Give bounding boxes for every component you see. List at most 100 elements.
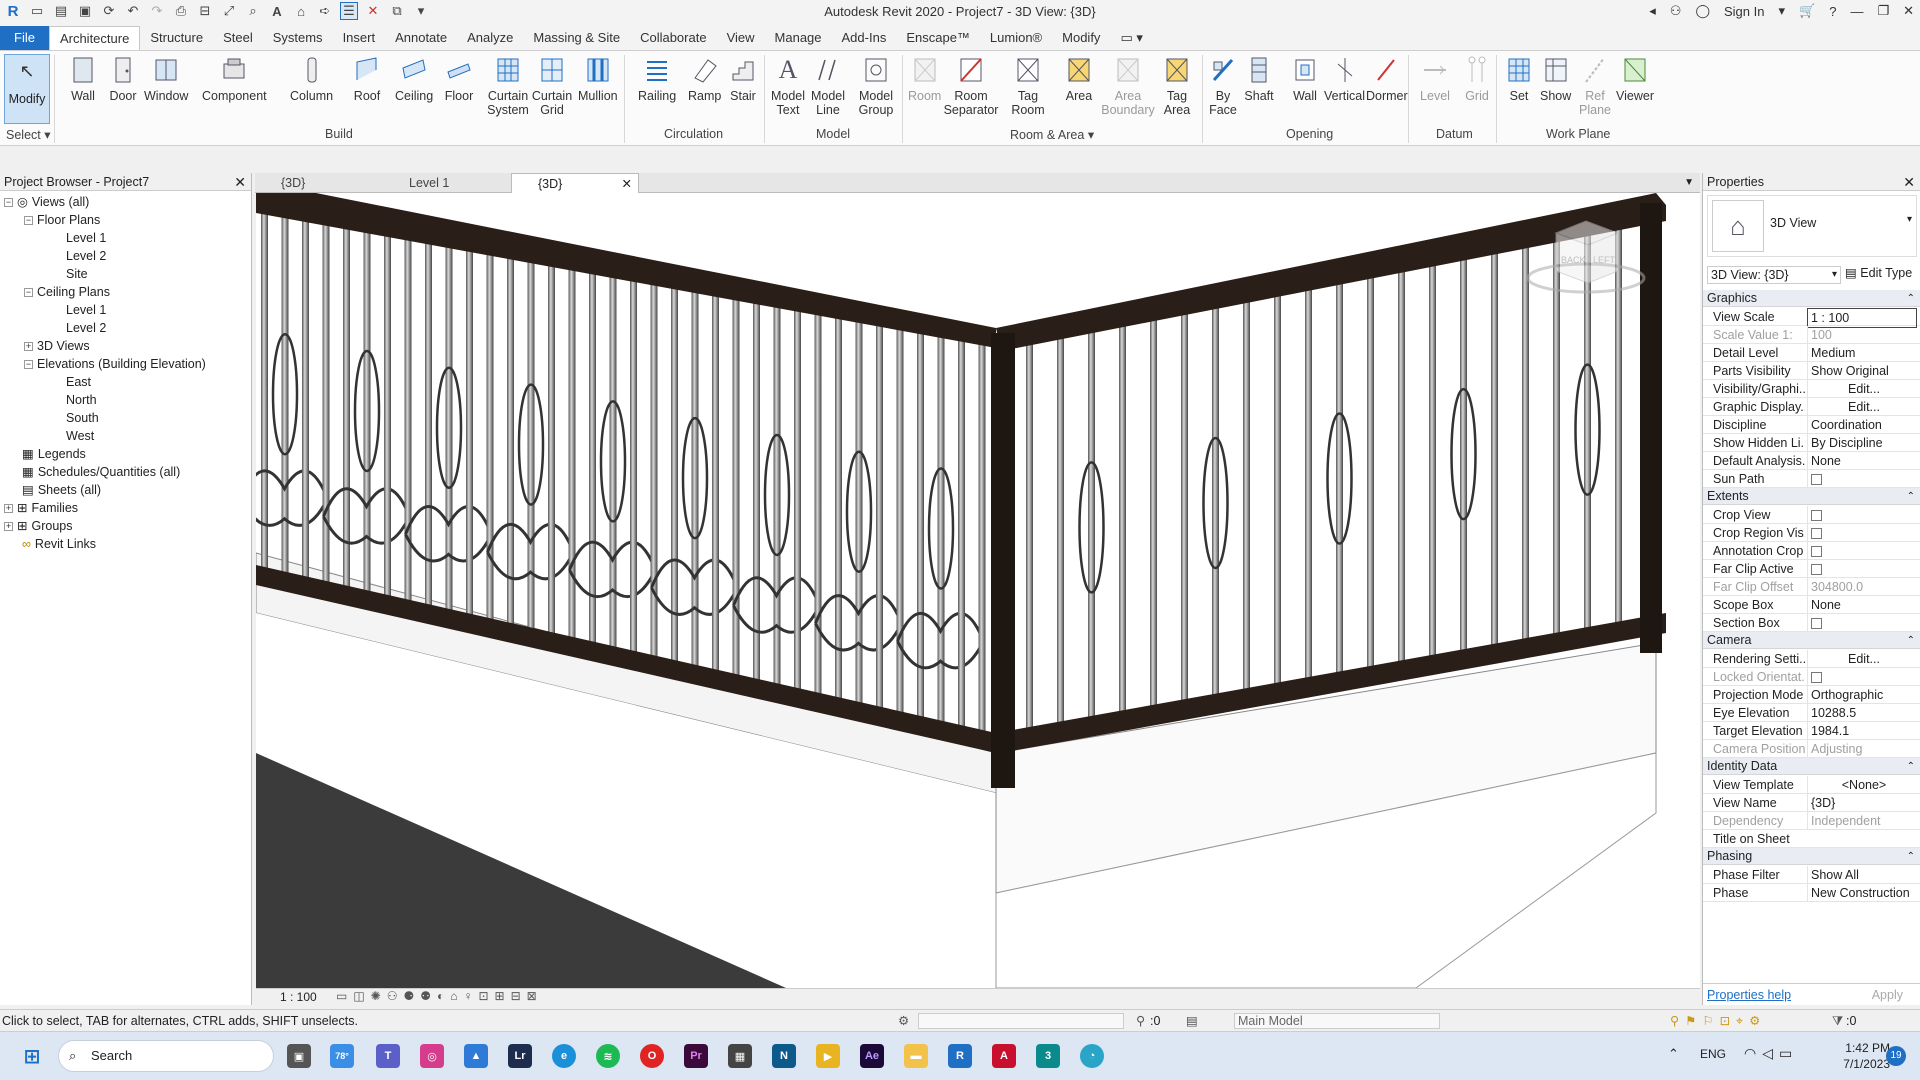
autocad-icon[interactable]: A <box>992 1044 1016 1068</box>
property-value[interactable]: {3D} <box>1807 794 1917 812</box>
property-value[interactable]: None <box>1807 452 1917 470</box>
curtain-system-button[interactable]: Curtain System <box>487 55 529 117</box>
tree-item-revit-links[interactable]: ∞ Revit Links <box>22 535 96 553</box>
photos-icon[interactable]: ▲ <box>464 1044 488 1068</box>
tray-chevron-icon[interactable]: ⌃ <box>1668 1046 1679 1062</box>
tree-item-level-1[interactable]: Level 1 <box>66 229 106 247</box>
property-value[interactable]: Medium <box>1807 344 1917 362</box>
3d-view-canvas[interactable]: BACK LEFT <box>256 193 1700 988</box>
property-group-header[interactable]: Identity Data ⌃ <box>1703 758 1920 775</box>
property-value[interactable]: Coordination <box>1807 416 1917 434</box>
model-text-button[interactable]: A Model Text <box>770 55 806 118</box>
close-icon[interactable]: ✕ <box>234 173 246 191</box>
taskbar-search[interactable]: ⌕ Search <box>58 1040 274 1072</box>
property-value[interactable]: Orthographic <box>1807 686 1917 704</box>
tab-add-ins[interactable]: Add-Ins <box>832 26 897 50</box>
type-selector[interactable]: ⌂ 3D View ▾ <box>1707 195 1917 257</box>
opening-wall-button[interactable]: Wall <box>1290 55 1320 103</box>
chevron-down-icon[interactable]: ▾ <box>1778 3 1785 19</box>
tab-lumion[interactable]: Lumion® <box>980 26 1052 50</box>
checkbox[interactable] <box>1811 672 1822 683</box>
property-value[interactable]: 1984.1 <box>1807 722 1917 740</box>
vertical-button[interactable]: Vertical <box>1324 55 1365 103</box>
property-value[interactable]: <None> <box>1807 776 1917 794</box>
set-button[interactable]: Set <box>1504 55 1534 103</box>
column-button[interactable]: Column <box>290 55 333 103</box>
tab-insert[interactable]: Insert <box>333 26 386 50</box>
property-value[interactable]: Show Original <box>1807 362 1917 380</box>
tag-area-button[interactable]: Tag Area <box>1160 55 1194 117</box>
tag-room-button[interactable]: Tag Room <box>1010 55 1046 117</box>
viewer-button[interactable]: Viewer <box>1616 55 1654 103</box>
tab-modify[interactable]: Modify <box>1052 26 1110 50</box>
tree-item-east[interactable]: East <box>66 373 91 391</box>
tree-item-families[interactable]: + ⊞ Families <box>4 499 78 517</box>
search-arrow-icon[interactable]: ◂ <box>1649 3 1656 19</box>
property-value[interactable]: Edit... <box>1807 398 1917 416</box>
edge-icon[interactable]: e <box>552 1044 576 1068</box>
view-scale-display[interactable]: 1 : 100 <box>280 990 317 1004</box>
collapse-icon[interactable]: ⌃ <box>1907 488 1915 505</box>
tree-item-site[interactable]: Site <box>66 265 88 283</box>
property-group-header[interactable]: Graphics ⌃ <box>1703 290 1920 307</box>
model-line-button[interactable]: Model Line <box>810 55 846 117</box>
tree-item-ceiling-level-2[interactable]: Level 2 <box>66 319 106 337</box>
cart-icon[interactable]: 🛒 <box>1799 3 1815 19</box>
stair-button[interactable]: Stair <box>728 55 758 103</box>
tree-item-west[interactable]: West <box>66 427 94 445</box>
close-button[interactable]: ✕ <box>1903 3 1914 19</box>
edit-type-button[interactable]: ▤ Edit Type <box>1845 265 1912 280</box>
collapse-icon[interactable]: ⌃ <box>1907 290 1915 307</box>
chevron-down-icon[interactable]: ▾ <box>1907 214 1912 225</box>
expand-icon[interactable]: + <box>4 521 13 531</box>
design-option-select[interactable]: Main Model <box>1234 1013 1440 1029</box>
ramp-button[interactable]: Ramp <box>688 55 721 103</box>
window-button[interactable]: Window <box>144 55 188 103</box>
level-button[interactable]: Level <box>1420 55 1450 103</box>
tree-item-views-all[interactable]: − ◎ Views (all) <box>4 193 89 211</box>
tree-item-floor-plans[interactable]: − Floor Plans <box>24 211 100 229</box>
3ds-max-icon[interactable]: 3 <box>1036 1044 1060 1068</box>
property-checkbox[interactable] <box>1807 560 1917 580</box>
tabs-menu-icon[interactable]: ▼ <box>1684 173 1694 193</box>
revit-taskbar-icon[interactable]: R <box>948 1044 972 1068</box>
door-button[interactable]: Door <box>108 55 138 103</box>
property-checkbox[interactable] <box>1807 542 1917 562</box>
property-value[interactable]: By Discipline <box>1807 434 1917 452</box>
collapse-icon[interactable]: − <box>24 215 33 225</box>
windows-start-icon[interactable]: ⊞ <box>20 1044 44 1068</box>
component-button[interactable]: Component <box>202 55 267 103</box>
tree-item-north[interactable]: North <box>66 391 97 409</box>
floor-button[interactable]: Floor <box>444 55 474 103</box>
expand-icon[interactable]: + <box>24 341 33 351</box>
dormer-button[interactable]: Dormer <box>1366 55 1408 103</box>
apply-button[interactable]: Apply <box>1872 984 1903 1006</box>
sketchup-icon[interactable]: ▦ <box>728 1044 752 1068</box>
by-face-button[interactable]: By Face <box>1208 55 1238 117</box>
select-dropdown[interactable]: Select ▾ <box>6 127 51 142</box>
area-button[interactable]: Area <box>1064 55 1094 103</box>
collapse-icon[interactable]: − <box>4 197 13 207</box>
property-group-header[interactable]: Camera ⌃ <box>1703 632 1920 649</box>
instagram-icon[interactable]: ◎ <box>420 1044 444 1068</box>
property-value[interactable]: 10288.5 <box>1807 704 1917 722</box>
tab-file[interactable]: File <box>0 26 49 50</box>
instance-filter-select[interactable]: 3D View: {3D} ▾ <box>1707 266 1841 284</box>
checkbox[interactable] <box>1811 474 1822 485</box>
tab-view[interactable]: View <box>717 26 765 50</box>
teams-icon[interactable]: T <box>376 1044 400 1068</box>
weather-icon[interactable]: 78° <box>330 1044 354 1068</box>
network-volume-battery-icons[interactable]: ◠◁▭ <box>1744 1045 1798 1062</box>
property-value[interactable]: New Construction <box>1807 884 1917 902</box>
tab-systems[interactable]: Systems <box>263 26 333 50</box>
task-view-icon[interactable]: ▣ <box>287 1044 311 1068</box>
tree-item-legends[interactable]: ▦ Legends <box>22 445 86 463</box>
property-checkbox[interactable] <box>1807 614 1917 634</box>
tab-steel[interactable]: Steel <box>213 26 263 50</box>
ceiling-button[interactable]: Ceiling <box>395 55 433 103</box>
tree-item-ceiling-level-1[interactable]: Level 1 <box>66 301 106 319</box>
tab-enscape[interactable]: Enscape™ <box>896 26 980 50</box>
design-options-icon[interactable]: ▤ <box>1186 1010 1198 1032</box>
shaft-button[interactable]: Shaft <box>1244 55 1274 103</box>
tree-item-ceiling-plans[interactable]: − Ceiling Plans <box>24 283 110 301</box>
